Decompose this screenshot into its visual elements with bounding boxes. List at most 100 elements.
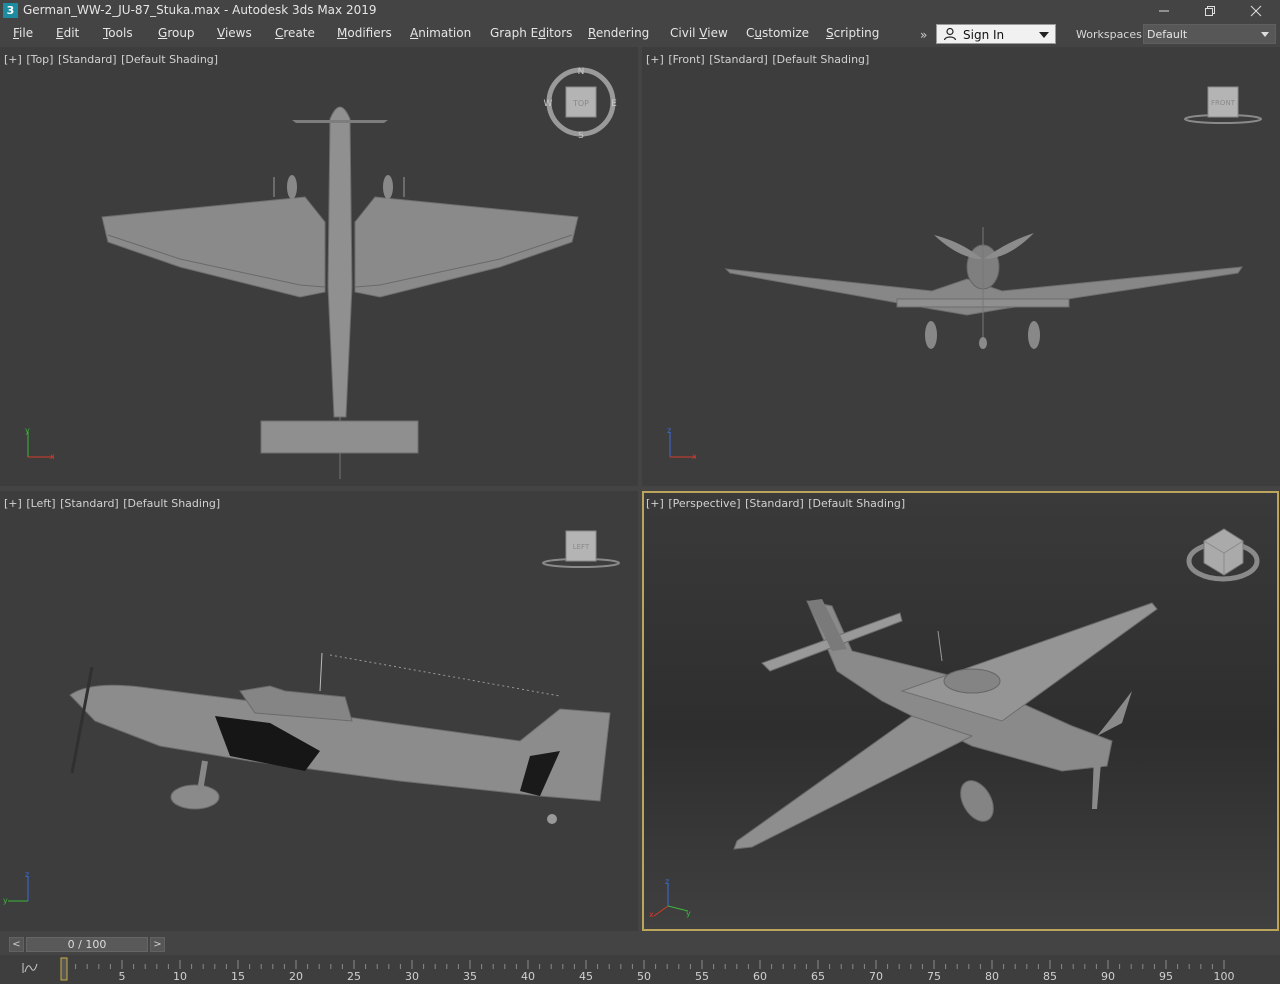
menu-mnemonic: d [538, 26, 546, 40]
sign-in-label: Sign In [963, 28, 1005, 42]
track-bar[interactable]: 5 10 15 20 25 30 35 40 45 50 55 60 65 70 75 80 85 90 95 100 [0, 955, 1280, 984]
viewport-top[interactable]: [+] [Top] [Standard] [Default Shading] T… [0, 47, 638, 486]
viewcube[interactable]: TOP N S E W [544, 67, 618, 141]
minimize-icon [1159, 10, 1169, 12]
menu-label-part: Civil [670, 26, 700, 40]
menu-item-customize[interactable]: Customize [746, 26, 809, 40]
svg-text:y: y [686, 909, 691, 918]
svg-text:W: W [544, 99, 553, 109]
restore-icon [1205, 6, 1215, 16]
menu-item-rendering[interactable]: Rendering [588, 26, 649, 40]
workspaces-value: Default [1147, 28, 1188, 41]
svg-text:E: E [611, 99, 617, 109]
previous-frame-button[interactable]: < [9, 937, 24, 952]
frame-tick-label: 5 [119, 970, 126, 983]
frame-tick-label: 80 [985, 970, 999, 983]
chevron-down-icon [1039, 32, 1049, 38]
menu-item-animation[interactable]: Animation [410, 26, 471, 40]
viewport-perspective[interactable]: [+] [Perspective] [Standard] [Default Sh… [642, 491, 1280, 931]
menu-label-part: stomize [762, 26, 810, 40]
frame-tick-label: 50 [637, 970, 651, 983]
menu-label-part: ile [19, 26, 34, 40]
viewcube[interactable]: LEFT [542, 530, 620, 568]
frame-tick-label: 70 [869, 970, 883, 983]
minimize-button[interactable] [1141, 0, 1187, 22]
svg-text:x: x [692, 452, 697, 461]
axis-tripod: z x [667, 426, 697, 461]
menu-label-part: odifiers [347, 26, 392, 40]
current-frame-marker[interactable] [60, 957, 68, 981]
menu-mnemonic: V [217, 26, 225, 40]
svg-text:z: z [25, 870, 29, 879]
chevron-down-icon [1261, 32, 1269, 37]
frame-tick-label: 40 [521, 970, 535, 983]
menu-label-part: itors [545, 26, 573, 40]
svg-text:x: x [50, 452, 55, 461]
menu-item-edit[interactable]: Edit [56, 26, 79, 40]
frame-tick-label: 55 [695, 970, 709, 983]
menu-mnemonic: A [410, 26, 419, 40]
close-button[interactable] [1233, 0, 1279, 22]
aircraft-model-top-view[interactable]: TOP N S E W y x [0, 47, 638, 486]
workspaces-label: Workspaces: [1076, 28, 1146, 41]
menu-label-part: iews [224, 26, 252, 40]
menu-mnemonic: R [588, 26, 596, 40]
menu-label-part: roup [167, 26, 195, 40]
frame-tick-label: 60 [753, 970, 767, 983]
menu-item-graph-editors[interactable]: Graph Editors [490, 26, 572, 40]
svg-text:FRONT: FRONT [1211, 99, 1236, 107]
menu-mnemonic: M [337, 26, 348, 40]
restore-button[interactable] [1187, 0, 1233, 22]
svg-text:N: N [578, 67, 585, 77]
frame-tick-label: 85 [1043, 970, 1057, 983]
menu-mnemonic: S [826, 26, 834, 40]
frame-tick-label: 100 [1214, 970, 1235, 983]
menu-item-group[interactable]: Group [158, 26, 195, 40]
menu-mnemonic: E [56, 26, 64, 40]
window-title: German_WW-2_JU-87_Stuka.max - Autodesk 3… [23, 3, 377, 17]
workspaces-select[interactable]: Default [1143, 24, 1276, 44]
frame-tick-label: 65 [811, 970, 825, 983]
viewport-left[interactable]: [+] [Left] [Standard] [Default Shading] … [0, 491, 638, 931]
aircraft-model-front-view[interactable]: FRONT z x [642, 47, 1280, 486]
menu-item-civil-view[interactable]: Civil View [670, 26, 728, 40]
menu-item-create[interactable]: Create [275, 26, 315, 40]
menu-item-views[interactable]: Views [217, 26, 252, 40]
menu-item-file[interactable]: File [13, 26, 33, 40]
frame-tick-label: 25 [347, 970, 361, 983]
aircraft-model-left-view[interactable]: LEFT z y [0, 491, 638, 931]
time-slider-bar: < 0 / 100 > 5 10 15 20 25 30 35 40 45 50 55 60 65 70 7… [0, 933, 1280, 984]
time-slider[interactable]: 0 / 100 [26, 937, 148, 952]
menu-item-tools[interactable]: Tools [103, 26, 133, 40]
axis-tripod: z y x [649, 877, 691, 919]
viewcube[interactable]: FRONT [1184, 86, 1262, 124]
frame-tick-label: 35 [463, 970, 477, 983]
svg-text:y: y [3, 896, 8, 905]
sign-in-dropdown[interactable]: Sign In [936, 24, 1056, 44]
menu-mnemonic: G [158, 26, 168, 40]
menu-mnemonic: u [754, 26, 762, 40]
svg-text:z: z [665, 877, 669, 886]
svg-text:z: z [667, 426, 671, 435]
axis-tripod: y x [25, 426, 55, 461]
frame-tick-label: 30 [405, 970, 419, 983]
viewcube[interactable] [1186, 528, 1260, 582]
close-icon [1250, 5, 1262, 17]
svg-text:y: y [25, 426, 30, 435]
menu-label-part: iew [707, 26, 728, 40]
menu-overflow-chevron-icon[interactable]: » [920, 28, 927, 42]
viewport-front[interactable]: [+] [Front] [Standard] [Default Shading]… [642, 47, 1280, 486]
app-icon[interactable]: 3 [3, 3, 18, 18]
frame-tick-label: 45 [579, 970, 593, 983]
frame-ruler[interactable]: 5 10 15 20 25 30 35 40 45 50 55 60 65 70 75 80 85 90 95 100 [0, 955, 1280, 984]
title-bar: 3 German_WW-2_JU-87_Stuka.max - Autodesk… [0, 0, 1280, 22]
axis-tripod: z y [3, 870, 29, 905]
menu-item-scripting[interactable]: Scripting [826, 26, 879, 40]
menu-item-modifiers[interactable]: Modifiers [337, 26, 392, 40]
svg-text:LEFT: LEFT [573, 543, 590, 551]
menu-label-part: dit [63, 26, 80, 40]
frame-tick-label: 95 [1159, 970, 1173, 983]
next-frame-button[interactable]: > [150, 937, 165, 952]
frame-tick-label: 10 [173, 970, 187, 983]
aircraft-model-perspective-view[interactable]: z y x [642, 491, 1280, 931]
